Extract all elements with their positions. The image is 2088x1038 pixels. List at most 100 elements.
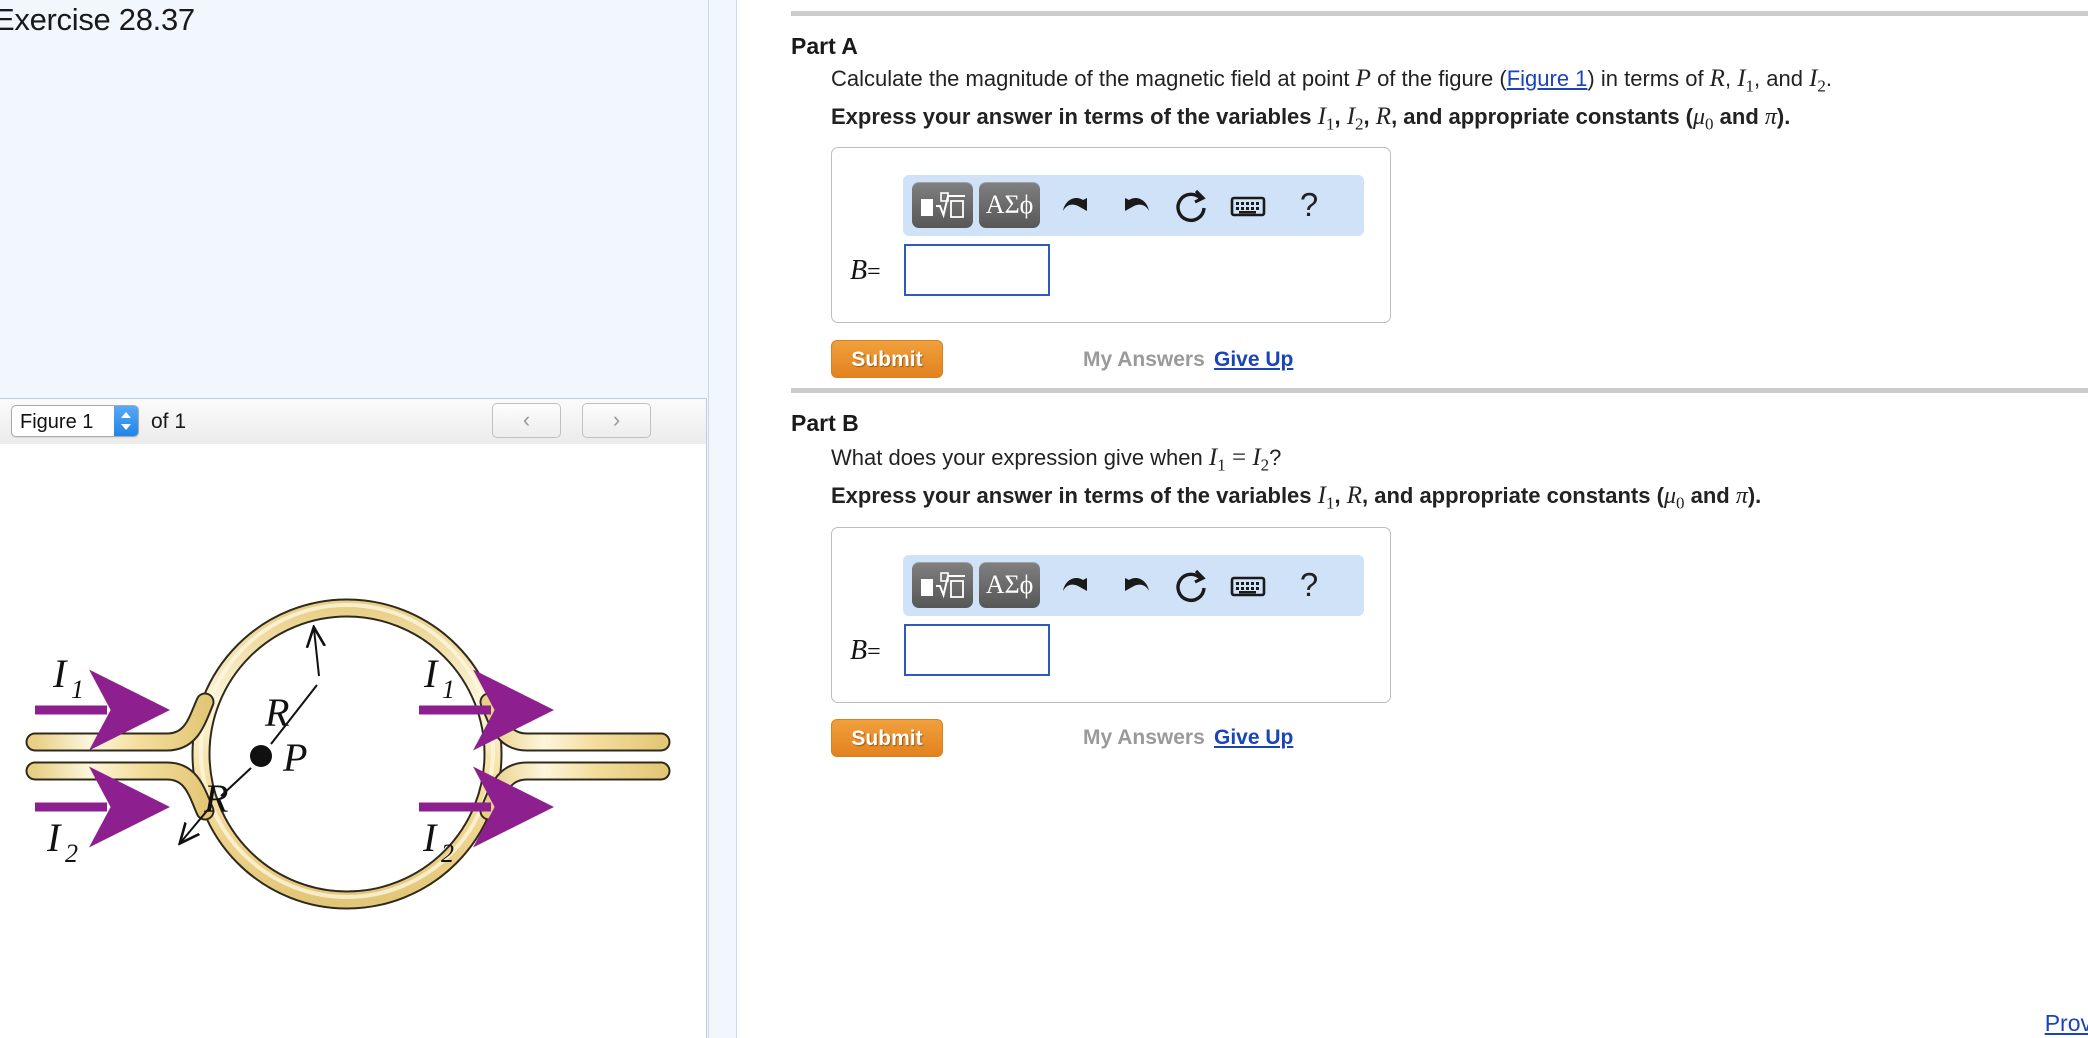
pb-q-v2-sub: 1 xyxy=(1217,455,1226,475)
part-b-give-up[interactable]: Give Up xyxy=(1214,726,1293,750)
figure-select[interactable]: Figure 1 xyxy=(11,405,139,437)
part-b-math-toolbar: ΑΣϕ ? xyxy=(903,555,1364,616)
reset-icon[interactable] xyxy=(1171,186,1211,226)
pb-e-mid: , and appropriate constants ( xyxy=(1362,483,1664,508)
pa-e-v3: R xyxy=(1375,103,1392,130)
greek-palette-label: ΑΣϕ xyxy=(985,570,1034,599)
pa-e-mid: , and appropriate constants ( xyxy=(1391,104,1693,129)
greek-palette-label: ΑΣϕ xyxy=(985,190,1034,219)
label-radius-top: R xyxy=(264,690,289,735)
math-palette-icon xyxy=(912,570,973,602)
pb-q-pre: What does your expression give when xyxy=(831,445,1209,470)
greek-palette-button[interactable]: ΑΣϕ xyxy=(979,562,1040,608)
figure-select-label: Figure 1 xyxy=(20,411,94,433)
pa-q-post: ) in terms of xyxy=(1587,66,1710,91)
pa-b-sym: B xyxy=(850,255,868,286)
pa-e-v2: I xyxy=(1346,103,1356,130)
keyboard-icon[interactable] xyxy=(1228,566,1268,606)
pa-q-v1: R xyxy=(1709,65,1725,92)
pa-q-v2: I xyxy=(1737,65,1746,92)
pb-e-pre: Express your answer in terms of the vari… xyxy=(831,483,1318,508)
part-a-heading: Part A xyxy=(791,33,858,59)
pa-e-v1: I xyxy=(1317,103,1326,130)
pb-submit-label: Submit xyxy=(851,727,923,750)
undo-icon[interactable] xyxy=(1055,186,1095,226)
part-a-submit-button[interactable]: Submit xyxy=(831,340,943,378)
panel-divider-gutter xyxy=(708,0,737,1038)
part-b-answer-input[interactable] xyxy=(904,624,1050,676)
page-title: Exercise 28.37 xyxy=(0,2,195,37)
pb-eq-sym: = xyxy=(867,639,881,665)
divider-part-b xyxy=(791,388,2088,393)
part-a-answer-box: ΑΣϕ ? B= xyxy=(831,147,1391,323)
label-i1-right: I xyxy=(423,651,439,696)
point-p-marker xyxy=(250,745,272,767)
math-palette-button[interactable] xyxy=(912,562,973,608)
pa-eq-sym: = xyxy=(867,259,881,285)
part-a-give-up[interactable]: Give Up xyxy=(1214,348,1293,372)
keyboard-icon[interactable] xyxy=(1228,186,1268,226)
part-b-submit-button[interactable]: Submit xyxy=(831,719,943,757)
pb-e-and: and xyxy=(1684,483,1736,508)
label-i1-left: I xyxy=(52,651,68,696)
pa-e-and: and xyxy=(1713,104,1765,129)
pb-e-pi: π xyxy=(1735,483,1748,509)
help-label: ? xyxy=(1299,566,1319,603)
greek-palette-button[interactable]: ΑΣϕ xyxy=(979,182,1040,228)
label-i2-right-sub: 2 xyxy=(441,839,454,868)
part-a-question: Calculate the magnitude of the magnetic … xyxy=(831,65,1832,96)
pa-q-v2-sub: 1 xyxy=(1745,76,1755,96)
figure-1-link[interactable]: Figure 1 xyxy=(1507,66,1588,91)
part-b-question: What does your expression give when I1 =… xyxy=(831,444,1281,475)
label-i1-right-sub: 1 xyxy=(442,675,455,704)
problem-content: Part A Calculate the magnitude of the ma… xyxy=(738,0,2088,1038)
label-i2-left-sub: 2 xyxy=(65,839,78,868)
chevron-updown-icon[interactable] xyxy=(114,406,138,436)
figure-canvas: I 1 I 2 I 1 I 2 R R P xyxy=(0,444,706,1038)
pa-e-pre: Express your answer in terms of the vari… xyxy=(831,104,1318,129)
figure-count-label: of 1 xyxy=(151,410,187,433)
help-label: ? xyxy=(1299,186,1319,223)
chevron-right-icon: › xyxy=(612,407,621,432)
pb-e-mu: μ xyxy=(1663,483,1676,509)
undo-icon[interactable] xyxy=(1055,566,1095,606)
pa-q-var-p: P xyxy=(1355,65,1371,92)
figure-prev-button[interactable]: ‹ xyxy=(492,403,561,438)
pb-e-end: ). xyxy=(1747,483,1762,508)
pb-q-v3-sub: 2 xyxy=(1260,455,1270,475)
part-a-my-answers[interactable]: My Answers xyxy=(1083,348,1205,372)
redo-icon[interactable] xyxy=(1113,186,1153,226)
reset-icon[interactable] xyxy=(1171,566,1211,606)
figure-toolbar: Figure 1 of 1 ‹ › xyxy=(0,399,706,445)
left-panel: Exercise 28.37 Figure 1 of 1 ‹ › I 1 I 2… xyxy=(0,0,737,1038)
math-palette-button[interactable] xyxy=(912,182,973,228)
part-a-answer-input[interactable] xyxy=(904,244,1050,296)
divider-top xyxy=(791,11,2088,16)
help-icon[interactable]: ? xyxy=(1289,186,1329,226)
label-point-p: P xyxy=(282,735,307,780)
redo-icon[interactable] xyxy=(1113,566,1153,606)
pa-q-end: . xyxy=(1825,66,1833,91)
pb-q-end: ? xyxy=(1269,445,1282,470)
part-b-my-answers[interactable]: My Answers xyxy=(1083,726,1205,750)
wire-loop xyxy=(25,598,671,910)
figure-widget: Figure 1 of 1 ‹ › I 1 I 2 I 1 I 2 R R P xyxy=(0,398,707,1038)
pb-q-v2: I xyxy=(1208,444,1218,471)
label-radius-bottom: R xyxy=(203,776,228,821)
pa-q-pre: Calculate the magnitude of the magnetic … xyxy=(831,66,1356,91)
diagram-labels: I 1 I 2 I 1 I 2 R R P xyxy=(46,651,455,868)
label-i1-left-sub: 1 xyxy=(71,675,84,704)
pb-e-sep1: , xyxy=(1334,483,1347,508)
pa-submit-label: Submit xyxy=(851,348,923,371)
figure-next-button[interactable]: › xyxy=(582,403,651,438)
pa-e-mu: μ xyxy=(1693,104,1706,130)
part-b-answer-label: B= xyxy=(850,635,881,667)
help-icon[interactable]: ? xyxy=(1289,566,1329,606)
label-i2-right: I xyxy=(422,815,438,860)
part-b-answer-box: ΑΣϕ ? B= xyxy=(831,527,1391,703)
part-b-express: Express your answer in terms of the vari… xyxy=(831,482,1761,513)
provide-feedback-link[interactable]: Prov xyxy=(2045,1010,2088,1037)
pb-q-eq: = xyxy=(1225,444,1253,471)
pb-q-v3: I xyxy=(1252,444,1261,471)
pb-b-sym: B xyxy=(850,635,868,666)
